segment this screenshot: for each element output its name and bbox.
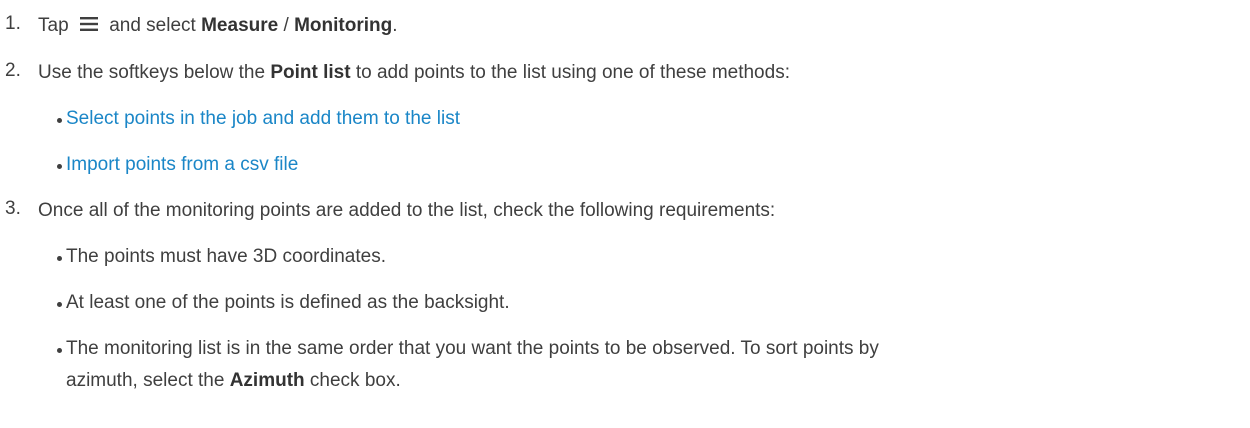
step-number: 2.: [5, 60, 21, 81]
step-text: to add points to the list using one of t…: [350, 62, 790, 83]
bullet-dot: [57, 302, 62, 307]
link-import-points[interactable]: Import points from a csv file: [66, 152, 298, 178]
requirement-text: azimuth, select the: [66, 370, 230, 391]
ui-term-point-list: Point list: [270, 62, 351, 83]
ui-term-measure: Measure: [201, 15, 279, 36]
link-select-points[interactable]: Select points in the job and add them to…: [66, 106, 460, 132]
step-1: 1. Tap and select Measure / Monitoring.: [0, 13, 397, 39]
requirement-text-continued: azimuth, select the Azimuth check box.: [66, 368, 879, 394]
bullet-dot: [57, 348, 62, 353]
period: .: [392, 15, 398, 36]
step-number: 1.: [5, 13, 21, 34]
step-2: 2. Use the softkeys below the Point list…: [0, 60, 790, 86]
bullet-dot: [57, 256, 62, 261]
step-text: Tap: [38, 15, 69, 36]
ui-term-monitoring: Monitoring: [294, 15, 393, 36]
list-item: The points must have 3D coordinates.: [33, 244, 386, 270]
hamburger-menu-icon: [79, 17, 98, 32]
step-text: and select: [109, 15, 196, 36]
requirement-text: The monitoring list is in the same order…: [66, 338, 879, 359]
requirement-text: check box.: [304, 370, 401, 391]
list-item: At least one of the points is defined as…: [33, 290, 510, 316]
step-text: Use the softkeys below the: [38, 62, 271, 83]
bullet-dot: [57, 118, 62, 123]
step-text: Once all of the monitoring points are ad…: [38, 200, 776, 221]
list-item: Import points from a csv file: [33, 152, 298, 178]
requirement-text: The points must have 3D coordinates.: [66, 246, 387, 267]
step-3: 3. Once all of the monitoring points are…: [0, 198, 775, 224]
step-number: 3.: [5, 198, 21, 219]
list-item: Select points in the job and add them to…: [33, 106, 460, 132]
list-item: The monitoring list is in the same order…: [33, 336, 879, 394]
ui-term-azimuth: Azimuth: [229, 370, 305, 391]
separator: /: [278, 15, 295, 36]
bullet-dot: [57, 164, 62, 169]
requirement-text: At least one of the points is defined as…: [66, 292, 510, 313]
